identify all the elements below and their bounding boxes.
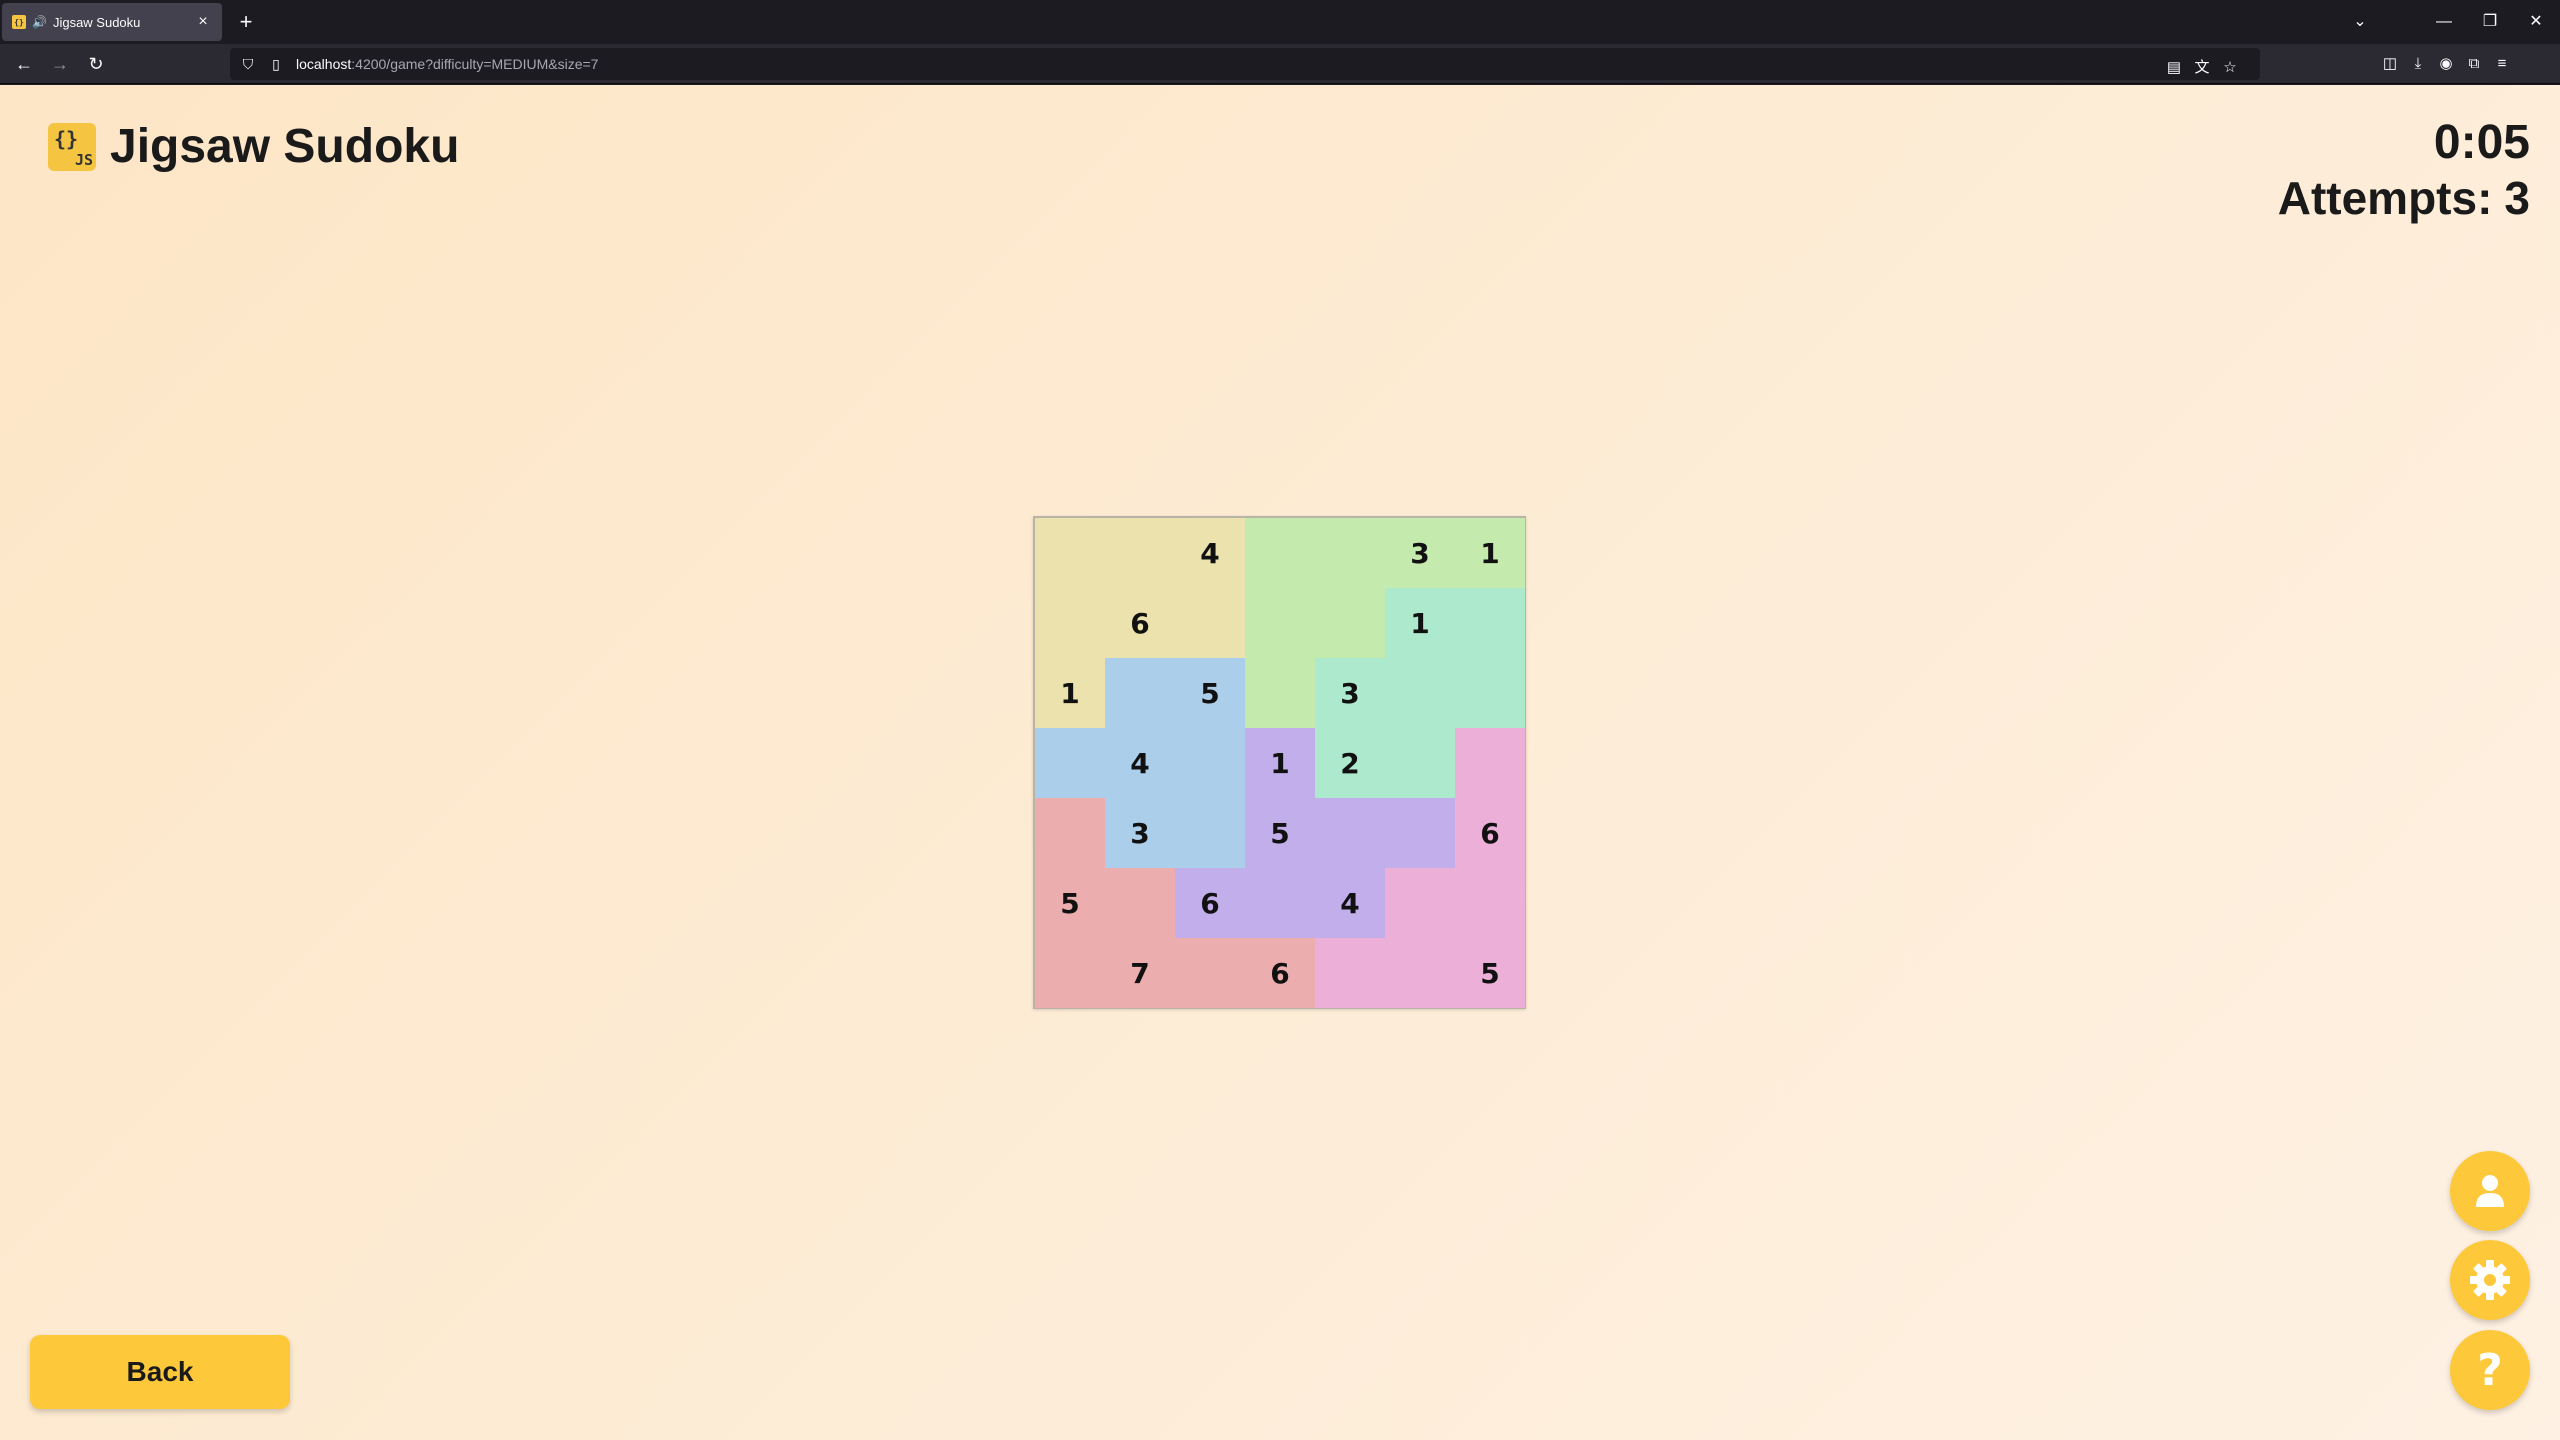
attempts-counter: Attempts: 3 bbox=[2278, 171, 2530, 225]
url-host: localhost bbox=[296, 56, 352, 72]
shield-icon[interactable]: ⛉ bbox=[240, 56, 256, 73]
forward-arrow-icon[interactable]: → bbox=[46, 50, 74, 78]
browser-tab[interactable]: {} 🔊 Jigsaw Sudoku × bbox=[2, 3, 222, 41]
tab-title: Jigsaw Sudoku bbox=[52, 14, 141, 30]
sudoku-cell[interactable] bbox=[1385, 728, 1455, 798]
sudoku-cell[interactable] bbox=[1105, 518, 1175, 588]
sudoku-cell[interactable] bbox=[1175, 728, 1245, 798]
sudoku-cell[interactable]: 4 bbox=[1105, 728, 1175, 798]
sudoku-cell[interactable] bbox=[1385, 798, 1455, 868]
sudoku-cell[interactable]: 1 bbox=[1245, 728, 1315, 798]
sudoku-cell[interactable]: 1 bbox=[1385, 588, 1455, 658]
tab-list-chevron-icon[interactable]: ⌄ bbox=[2342, 8, 2378, 36]
sudoku-cell[interactable]: 6 bbox=[1105, 588, 1175, 658]
sudoku-cell[interactable]: 6 bbox=[1455, 798, 1525, 868]
sudoku-cell[interactable] bbox=[1315, 518, 1385, 588]
downloads-icon[interactable]: ⤓ bbox=[2404, 50, 2432, 78]
bookmark-star-icon[interactable]: ☆ bbox=[2216, 54, 2244, 82]
game-stats: 0:05 Attempts: 3 bbox=[2278, 115, 2530, 225]
game-page: {} JS Jigsaw Sudoku 0:05 Attempts: 3 431… bbox=[0, 85, 2560, 1440]
browser-navbar: ← → ↻ ⛉ ▯ localhost:4200/game?difficulty… bbox=[0, 44, 2560, 84]
sudoku-cell[interactable]: 3 bbox=[1105, 798, 1175, 868]
sudoku-cell[interactable] bbox=[1035, 728, 1105, 798]
sudoku-cell[interactable] bbox=[1315, 588, 1385, 658]
sudoku-cell[interactable]: 4 bbox=[1175, 518, 1245, 588]
sudoku-cell[interactable] bbox=[1035, 518, 1105, 588]
settings-button[interactable] bbox=[2450, 1240, 2530, 1320]
sudoku-cell[interactable] bbox=[1455, 728, 1525, 798]
sudoku-cell[interactable] bbox=[1385, 868, 1455, 938]
page-title: Jigsaw Sudoku bbox=[110, 120, 460, 173]
question-icon: ? bbox=[2477, 1344, 2503, 1396]
sudoku-cell[interactable] bbox=[1105, 868, 1175, 938]
page-icon[interactable]: ▯ bbox=[268, 56, 284, 73]
logo-icon: {} JS bbox=[48, 122, 96, 171]
profile-button[interactable] bbox=[2450, 1151, 2530, 1231]
sudoku-cell[interactable] bbox=[1035, 798, 1105, 868]
close-window-button[interactable]: ✕ bbox=[2518, 8, 2554, 36]
tab-close-icon[interactable]: × bbox=[194, 13, 212, 31]
extensions-icon[interactable]: ⧉ bbox=[2460, 50, 2488, 78]
url-bar[interactable]: ⛉ ▯ localhost:4200/game?difficulty=MEDIU… bbox=[230, 48, 2260, 80]
sudoku-cell[interactable] bbox=[1455, 868, 1525, 938]
sudoku-cell[interactable] bbox=[1385, 938, 1455, 1008]
sudoku-cell[interactable]: 1 bbox=[1455, 518, 1525, 588]
sudoku-cell[interactable]: 5 bbox=[1455, 938, 1525, 1008]
favicon-icon: {} bbox=[12, 15, 26, 29]
sudoku-cell[interactable] bbox=[1385, 658, 1455, 728]
menu-icon[interactable]: ≡ bbox=[2488, 50, 2516, 78]
attempts-value: 3 bbox=[2504, 172, 2530, 224]
speaker-icon[interactable]: 🔊 bbox=[32, 15, 47, 29]
sudoku-cell[interactable] bbox=[1105, 658, 1175, 728]
sudoku-cell[interactable]: 2 bbox=[1315, 728, 1385, 798]
sudoku-cell[interactable] bbox=[1245, 658, 1315, 728]
back-arrow-icon[interactable]: ← bbox=[10, 50, 38, 78]
account-icon[interactable]: ◉ bbox=[2432, 50, 2460, 78]
help-button[interactable]: ? bbox=[2450, 1330, 2530, 1410]
sudoku-cell[interactable]: 5 bbox=[1035, 868, 1105, 938]
reader-view-icon[interactable]: ▤ bbox=[2160, 54, 2188, 82]
browser-tabbar: {} 🔊 Jigsaw Sudoku × + ⌄ — ❐ ✕ bbox=[0, 0, 2560, 44]
new-tab-button[interactable]: + bbox=[232, 8, 260, 36]
sudoku-cell[interactable] bbox=[1245, 518, 1315, 588]
minimize-button[interactable]: — bbox=[2426, 8, 2462, 36]
sudoku-cell[interactable] bbox=[1315, 798, 1385, 868]
sudoku-cell[interactable]: 7 bbox=[1105, 938, 1175, 1008]
sudoku-cell[interactable] bbox=[1455, 658, 1525, 728]
pocket-icon[interactable]: ◫ bbox=[2376, 50, 2404, 78]
sudoku-cell[interactable]: 5 bbox=[1245, 798, 1315, 868]
sudoku-cell[interactable]: 3 bbox=[1315, 658, 1385, 728]
user-icon bbox=[2476, 1175, 2504, 1207]
timer: 0:05 bbox=[2433, 116, 2530, 169]
sudoku-cell[interactable] bbox=[1035, 938, 1105, 1008]
translate-icon[interactable]: 文 bbox=[2188, 54, 2216, 82]
back-button[interactable]: Back bbox=[30, 1335, 290, 1409]
sudoku-cell[interactable] bbox=[1245, 868, 1315, 938]
gear-icon bbox=[2470, 1260, 2510, 1300]
attempts-label: Attempts: bbox=[2277, 172, 2493, 224]
sudoku-cell[interactable] bbox=[1035, 588, 1105, 658]
sudoku-cell[interactable]: 4 bbox=[1315, 868, 1385, 938]
sudoku-board: 43161153412356564765 bbox=[1033, 516, 1526, 1009]
sudoku-cell[interactable]: 6 bbox=[1175, 868, 1245, 938]
url-path: :4200/game?difficulty=MEDIUM&size=7 bbox=[351, 56, 599, 72]
sudoku-cell[interactable]: 3 bbox=[1385, 518, 1455, 588]
sudoku-cell[interactable] bbox=[1455, 588, 1525, 658]
sudoku-cell[interactable] bbox=[1175, 588, 1245, 658]
sudoku-cell[interactable] bbox=[1175, 798, 1245, 868]
brand: {} JS Jigsaw Sudoku bbox=[48, 119, 459, 174]
sudoku-cell[interactable]: 6 bbox=[1245, 938, 1315, 1008]
reload-icon[interactable]: ↻ bbox=[82, 50, 110, 78]
sudoku-cell[interactable]: 1 bbox=[1035, 658, 1105, 728]
restore-button[interactable]: ❐ bbox=[2472, 8, 2508, 36]
sudoku-cell[interactable] bbox=[1175, 938, 1245, 1008]
sudoku-cell[interactable] bbox=[1245, 588, 1315, 658]
sudoku-cell[interactable]: 5 bbox=[1175, 658, 1245, 728]
sudoku-cell[interactable] bbox=[1315, 938, 1385, 1008]
